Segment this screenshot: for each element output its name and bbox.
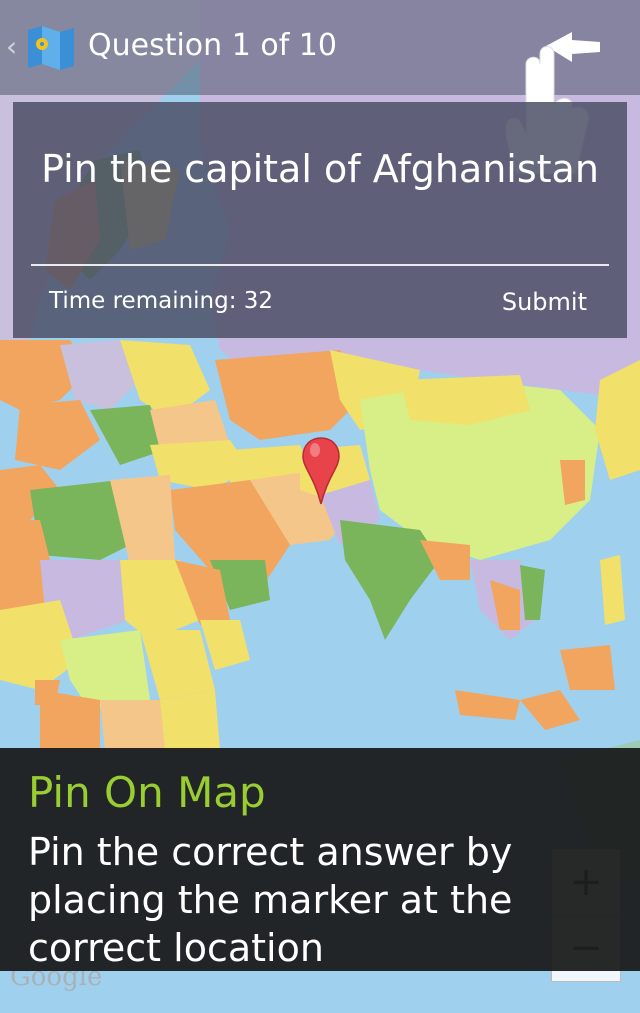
map-pin-icon[interactable] xyxy=(26,22,76,76)
submit-button[interactable]: Submit xyxy=(502,288,587,316)
tutorial-title: Pin On Map xyxy=(28,768,266,817)
tutorial-body: Pin the correct answer by placing the ma… xyxy=(28,830,513,970)
question-text: Pin the capital of Afghanistan xyxy=(41,147,599,191)
question-card: Pin the capital of Afghanistan Time rema… xyxy=(13,102,627,338)
tutorial-overlay[interactable]: Pin On Map Pin the correct answer by pla… xyxy=(0,748,640,971)
card-divider xyxy=(31,264,609,266)
action-bar: ‹ Question 1 of 10 xyxy=(0,0,640,175)
page-title: Question 1 of 10 xyxy=(88,28,337,63)
red-map-marker-icon[interactable] xyxy=(301,436,341,510)
up-chevron-icon[interactable]: ‹ xyxy=(6,30,17,63)
time-remaining: Time remaining: 32 xyxy=(49,288,274,314)
